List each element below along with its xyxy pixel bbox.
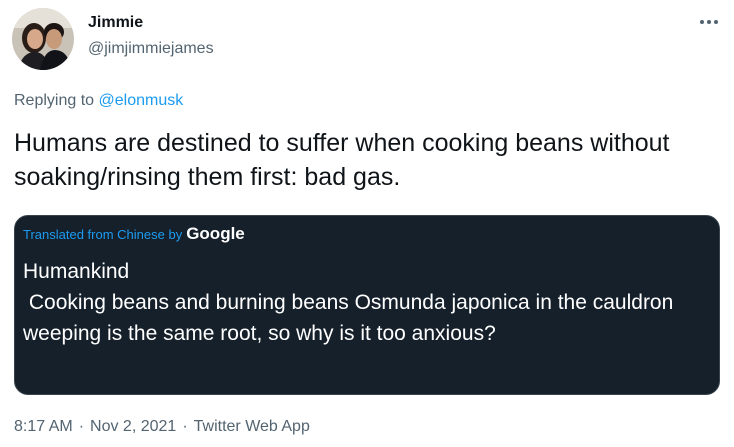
avatar[interactable] <box>12 8 74 70</box>
author-display-name[interactable]: Jimmie <box>88 14 143 32</box>
tweet-text: Humans are destined to suffer when cooki… <box>14 129 670 191</box>
more-horizontal-icon <box>700 20 718 24</box>
tweet: Jimmie @jimjimmiejames Replying to @elon… <box>0 0 734 447</box>
meta-separator: · <box>78 418 85 435</box>
tweet-time[interactable]: 8:17 AM <box>14 418 73 435</box>
translation-attribution: Translated from Chinese by Google <box>23 224 245 244</box>
replying-to-label: Replying to <box>14 92 95 109</box>
more-options-button[interactable] <box>694 10 724 34</box>
tweet-metadata: 8:17 AM · Nov 2, 2021 · Twitter Web App <box>14 418 310 436</box>
translated-text: Humankind Cooking beans and burning bean… <box>23 260 674 345</box>
tweet-date[interactable]: Nov 2, 2021 <box>90 418 176 435</box>
google-logo: Google <box>186 224 245 243</box>
meta-separator: · <box>182 418 188 435</box>
profile-photo-icon <box>12 8 74 70</box>
replying-to: Replying to @elonmusk <box>14 92 183 110</box>
author-handle[interactable]: @jimjimmiejames <box>88 40 214 58</box>
tweet-source: Twitter Web App <box>193 418 310 435</box>
translation-card: Translated from Chinese by Google Humank… <box>14 215 720 395</box>
reply-mention-link[interactable]: @elonmusk <box>99 92 184 109</box>
translated-from-label: Translated from Chinese by <box>23 227 183 242</box>
